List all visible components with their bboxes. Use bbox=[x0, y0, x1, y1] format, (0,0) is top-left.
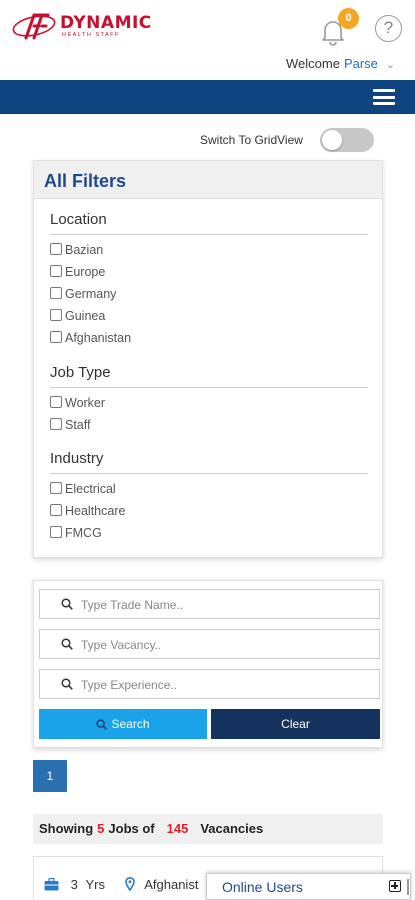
chevron-down-icon[interactable]: ⌄ bbox=[386, 59, 395, 71]
experience-placeholder: Type Experience.. bbox=[81, 678, 178, 692]
checkbox[interactable] bbox=[50, 396, 62, 408]
industry-section: Industry bbox=[50, 450, 368, 474]
logo-mark-icon bbox=[12, 13, 56, 40]
welcome-label: Welcome bbox=[286, 56, 340, 71]
trade-name-input[interactable]: Type Trade Name.. bbox=[39, 589, 380, 619]
filter-option-industry[interactable]: FMCG bbox=[50, 526, 102, 540]
checkbox[interactable] bbox=[50, 309, 62, 321]
filters-panel: All Filters Location Bazian Europe Germa… bbox=[33, 160, 383, 558]
showing-label: Showing bbox=[39, 821, 94, 836]
filter-option-location[interactable]: Bazian bbox=[50, 243, 103, 257]
welcome-menu[interactable]: Welcome Parse ⌄ bbox=[286, 56, 395, 71]
jobs-count: 5 bbox=[97, 821, 105, 836]
location-title: Location bbox=[50, 211, 368, 235]
expand-plus-icon[interactable] bbox=[389, 880, 401, 892]
online-users-title: Online Users bbox=[222, 879, 303, 895]
help-icon[interactable]: ? bbox=[375, 15, 402, 42]
navbar bbox=[0, 80, 415, 114]
search-button-label: Search bbox=[111, 717, 150, 731]
search-icon bbox=[61, 638, 73, 650]
search-icon bbox=[61, 598, 73, 610]
checkbox[interactable] bbox=[50, 243, 62, 255]
job-meta: 3 Yrs Afghanist bbox=[44, 877, 198, 892]
vacancy-input[interactable]: Type Vacancy.. bbox=[39, 629, 380, 659]
gridview-switch-label: Switch To GridView bbox=[200, 133, 303, 147]
checkbox[interactable] bbox=[50, 482, 62, 494]
filters-header: All Filters bbox=[34, 161, 382, 199]
results-summary: Showing 5 Jobs of 145 Vacancies bbox=[33, 814, 383, 844]
job-type-options: Worker Staff bbox=[50, 396, 368, 440]
vacancy-placeholder: Type Vacancy.. bbox=[81, 638, 162, 652]
location-options: Bazian Europe Germany Guinea Afghanistan bbox=[50, 243, 368, 353]
experience-value: 3 bbox=[70, 877, 78, 892]
search-icon bbox=[61, 678, 73, 690]
user-name[interactable]: Parse bbox=[344, 56, 378, 71]
job-type-section: Job Type bbox=[50, 364, 368, 388]
vacancies-label: Vacancies bbox=[200, 821, 264, 836]
experience-unit: Yrs bbox=[85, 877, 105, 892]
logo-subtext: HEALTH STAFF bbox=[62, 32, 120, 38]
briefcase-icon bbox=[44, 877, 59, 891]
filter-option-industry[interactable]: Electrical bbox=[50, 482, 116, 496]
widget-divider bbox=[407, 879, 409, 895]
job-location: Afghanist bbox=[144, 877, 199, 892]
hamburger-menu-icon[interactable] bbox=[373, 89, 395, 105]
notification-badge: 0 bbox=[338, 8, 359, 29]
filter-option-location[interactable]: Germany bbox=[50, 287, 116, 301]
logo-text: DYNAMIC bbox=[60, 13, 152, 33]
toggle-knob bbox=[322, 130, 342, 150]
filter-option-location[interactable]: Europe bbox=[50, 265, 105, 279]
clear-button[interactable]: Clear bbox=[211, 709, 380, 739]
logo[interactable]: DYNAMIC HEALTH STAFF bbox=[12, 10, 151, 46]
industry-title: Industry bbox=[50, 450, 368, 474]
filter-option-industry[interactable]: Healthcare bbox=[50, 504, 125, 518]
industry-options: Electrical Healthcare FMCG bbox=[50, 482, 368, 548]
checkbox[interactable] bbox=[50, 331, 62, 343]
search-button[interactable]: Search bbox=[39, 709, 207, 739]
checkbox[interactable] bbox=[50, 418, 62, 430]
online-users-widget[interactable]: Online Users bbox=[206, 873, 411, 900]
header: DYNAMIC HEALTH STAFF 0 ? Welcome Parse ⌄ bbox=[0, 0, 415, 80]
filter-option-location[interactable]: Guinea bbox=[50, 309, 105, 323]
experience-input[interactable]: Type Experience.. bbox=[39, 669, 380, 699]
location-section: Location bbox=[50, 211, 368, 235]
trade-name-placeholder: Type Trade Name.. bbox=[81, 598, 184, 612]
jobs-of-label: Jobs of bbox=[108, 821, 155, 836]
checkbox[interactable] bbox=[50, 504, 62, 516]
filter-option-job-type[interactable]: Staff bbox=[50, 418, 90, 432]
pagination-page-button[interactable]: 1 bbox=[33, 760, 67, 792]
search-icon bbox=[96, 719, 108, 730]
location-pin-icon bbox=[124, 877, 135, 892]
filter-option-job-type[interactable]: Worker bbox=[50, 396, 105, 410]
filters-title: All Filters bbox=[44, 171, 127, 191]
checkbox[interactable] bbox=[50, 526, 62, 538]
gridview-toggle[interactable] bbox=[320, 128, 374, 152]
checkbox[interactable] bbox=[50, 287, 62, 299]
filter-option-location[interactable]: Afghanistan bbox=[50, 331, 131, 345]
vacancies-count: 145 bbox=[166, 821, 189, 836]
job-type-title: Job Type bbox=[50, 364, 368, 388]
checkbox[interactable] bbox=[50, 265, 62, 277]
search-panel: Type Trade Name.. Type Vacancy.. Type Ex… bbox=[33, 580, 383, 748]
